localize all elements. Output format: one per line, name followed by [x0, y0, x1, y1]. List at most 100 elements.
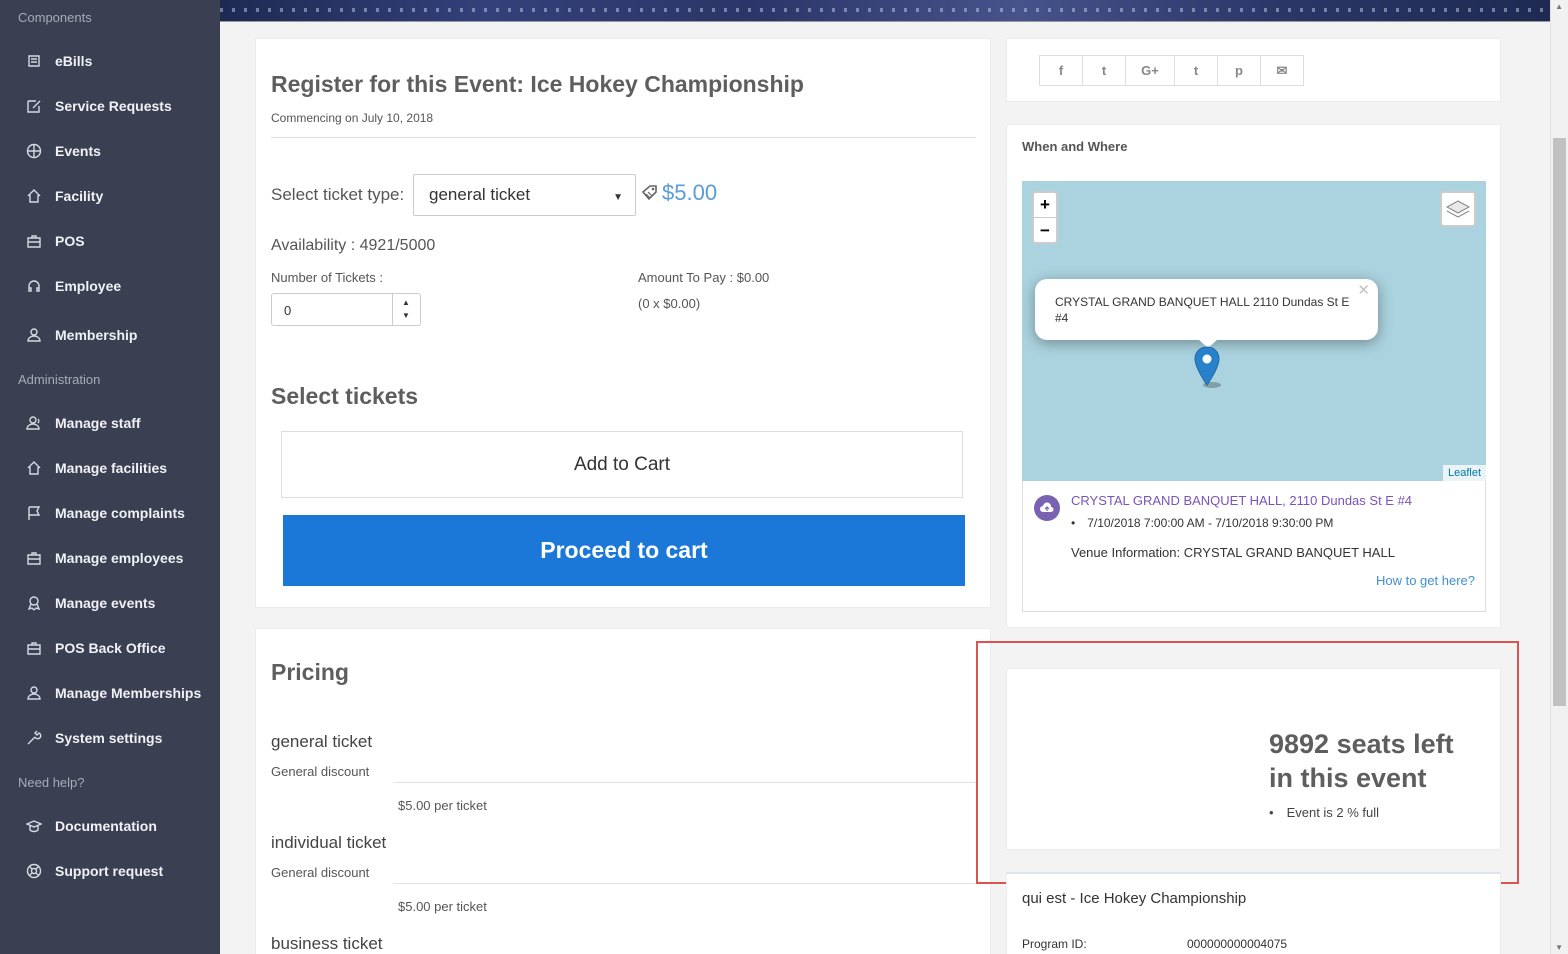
page-scrollbar[interactable]: ▲ ▼: [1550, 0, 1568, 954]
sidebar-item-label: POS Back Office: [55, 640, 166, 656]
sidebar-item-label: Manage employees: [55, 550, 184, 566]
sidebar-item-label: Manage staff: [55, 415, 141, 431]
program-id-value: 000000000004075: [1187, 937, 1288, 951]
amount-to-pay: Amount To Pay : $0.00: [638, 270, 770, 285]
layers-icon: [1445, 200, 1471, 218]
sidebar-item-manage-complaints[interactable]: Manage complaints: [0, 493, 220, 533]
program-title: qui est - Ice Hokey Championship: [1022, 890, 1247, 907]
ticket-type-value: general ticket: [429, 185, 531, 204]
sidebar-section-components: Components: [18, 10, 92, 25]
sidebar-item-manage-staff[interactable]: Manage staff: [0, 403, 220, 443]
twitter-icon[interactable]: t: [1082, 55, 1126, 86]
award-icon: [26, 595, 42, 611]
close-icon[interactable]: ✕: [1357, 283, 1370, 299]
sidebar-item-employee[interactable]: Employee: [0, 266, 220, 306]
pricing-heading: Pricing: [271, 659, 349, 685]
layers-button[interactable]: [1440, 191, 1476, 227]
sidebar-section-administration: Administration: [18, 372, 101, 387]
sidebar-item-label: Manage facilities: [55, 460, 168, 476]
decrement-icon[interactable]: ▼: [402, 311, 410, 320]
tumblr-icon[interactable]: t: [1174, 55, 1218, 86]
ticket-type-select[interactable]: general ticket ▼: [413, 174, 636, 216]
sidebar-item-pos[interactable]: POS: [0, 221, 220, 261]
pinterest-icon[interactable]: p: [1217, 55, 1261, 86]
amount-detail: (0 x $0.00): [638, 296, 701, 311]
email-icon[interactable]: ✉: [1260, 55, 1304, 86]
add-to-cart-button[interactable]: Add to Cart: [281, 431, 963, 498]
when-where-card: When and Where + − CRYSTAL GRAND BANQUET…: [1006, 124, 1501, 628]
zoom-out-button[interactable]: −: [1034, 218, 1056, 243]
sidebar-item-documentation[interactable]: Documentation: [0, 806, 220, 846]
sidebar-item-label: Documentation: [55, 818, 157, 834]
sidebar-item-label: Manage Memberships: [55, 685, 202, 701]
seats-card: 9892 seats left in this event Event is 2…: [1006, 668, 1501, 850]
quantity-stepper[interactable]: 0 ▲ ▼: [271, 293, 421, 326]
sidebar-item-system-settings[interactable]: System settings: [0, 718, 220, 758]
sidebar: Components eBills Service Requests Event…: [0, 0, 220, 954]
google-plus-icon[interactable]: G+: [1125, 55, 1175, 86]
sidebar-section-help: Need help?: [18, 775, 85, 790]
sidebar-item-label: Manage events: [55, 595, 156, 611]
sidebar-item-manage-employees[interactable]: Manage employees: [0, 538, 220, 578]
sidebar-item-manage-memberships[interactable]: Manage Memberships: [0, 673, 220, 713]
sidebar-item-support-request[interactable]: Support request: [0, 851, 220, 891]
sidebar-item-label: eBills: [55, 53, 93, 69]
share-buttons: f t G+ t p ✉: [1039, 55, 1304, 86]
map-attribution-link[interactable]: Leaflet: [1442, 465, 1486, 481]
zoom-in-button[interactable]: +: [1034, 193, 1056, 218]
zoom-control: + −: [1032, 191, 1058, 244]
sidebar-item-service-requests[interactable]: Service Requests: [0, 86, 220, 126]
ticket-name: business ticket: [271, 934, 383, 953]
sidebar-item-facility[interactable]: Facility: [0, 176, 220, 216]
sidebar-item-events[interactable]: Events: [0, 131, 220, 171]
briefcase-icon: [26, 550, 42, 566]
ticket-discount: General discount: [271, 865, 370, 880]
basketball-icon: [26, 143, 42, 159]
ticket-name: individual ticket: [271, 833, 387, 852]
number-of-tickets-label: Number of Tickets :: [271, 270, 383, 285]
upload-cloud-icon: [1034, 495, 1060, 521]
headset-icon: [26, 278, 42, 294]
divider: [271, 137, 976, 138]
user-icon: [26, 685, 42, 701]
sidebar-item-label: Membership: [55, 327, 138, 343]
ticket-type-label: Select ticket type:: [271, 185, 405, 204]
pricing-card: Pricing general ticket General discount …: [255, 628, 991, 954]
sidebar-item-pos-back-office[interactable]: POS Back Office: [0, 628, 220, 668]
graduation-icon: [26, 818, 42, 834]
map-marker-icon[interactable]: [1192, 345, 1222, 389]
event-fullness: Event is 2 % full: [1269, 805, 1380, 820]
seats-left-line2: in this event: [1269, 763, 1427, 793]
scrollbar-thumb[interactable]: [1553, 138, 1566, 706]
sidebar-item-label: Employee: [55, 278, 122, 294]
ticket-name: general ticket: [271, 732, 373, 751]
home-icon: [26, 188, 42, 204]
sidebar-item-label: POS: [55, 233, 85, 249]
venue-information: Venue Information: CRYSTAL GRAND BANQUET…: [1071, 545, 1395, 560]
availability: Availability : 4921/5000: [271, 237, 436, 254]
sidebar-item-label: Events: [55, 143, 101, 159]
venue-link[interactable]: CRYSTAL GRAND BANQUET HALL, 2110 Dundas …: [1071, 493, 1412, 508]
sidebar-item-manage-events[interactable]: Manage events: [0, 583, 220, 623]
divider: [393, 883, 976, 884]
sidebar-item-label: Manage complaints: [55, 505, 185, 521]
venue-map[interactable]: + − CRYSTAL GRAND BANQUET HALL 2110 Dund…: [1022, 181, 1486, 481]
sidebar-item-label: Support request: [55, 863, 164, 879]
facebook-icon[interactable]: f: [1039, 55, 1083, 86]
popup-address: CRYSTAL GRAND BANQUET HALL 2110 Dundas S…: [1055, 295, 1350, 325]
sidebar-item-membership[interactable]: Membership: [0, 315, 220, 355]
sidebar-item-ebills[interactable]: eBills: [0, 41, 220, 81]
directions-link[interactable]: How to get here?: [1376, 573, 1475, 588]
ticket-icon: [641, 185, 657, 201]
sidebar-item-manage-facilities[interactable]: Manage facilities: [0, 448, 220, 488]
scroll-up-icon[interactable]: ▲: [1555, 2, 1563, 11]
seats-left-line1: 9892 seats left: [1269, 729, 1454, 759]
increment-icon[interactable]: ▲: [402, 298, 410, 307]
sidebar-item-label: Service Requests: [55, 98, 172, 114]
proceed-to-cart-button[interactable]: Proceed to cart: [283, 515, 965, 586]
quantity-value[interactable]: 0: [284, 303, 291, 318]
edit-icon: [26, 98, 42, 114]
scroll-down-icon[interactable]: ▼: [1555, 943, 1563, 952]
event-banner-image: [220, 0, 1550, 22]
page-title: Register for this Event: Ice Hokey Champ…: [271, 71, 804, 97]
